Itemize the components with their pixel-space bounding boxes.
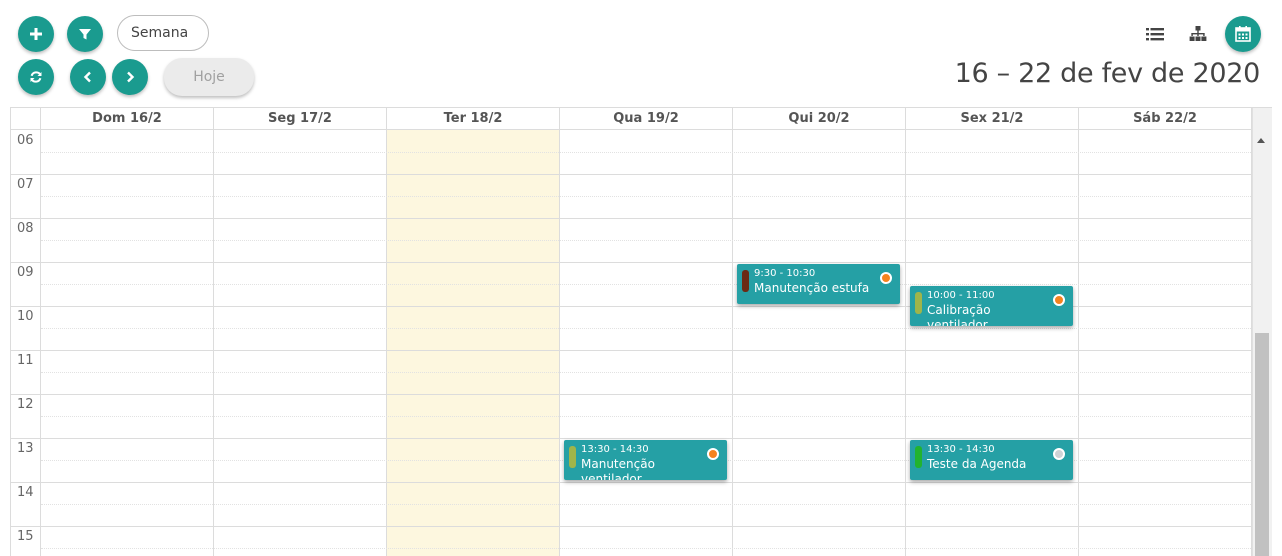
half-hour-line (41, 152, 1253, 153)
hour-line (11, 350, 1253, 351)
event-category-tag (569, 446, 576, 468)
view-select-label: Semana (131, 25, 189, 41)
filter-icon (79, 29, 91, 40)
hour-label: 11 (17, 353, 34, 368)
hour-label: 13 (17, 441, 34, 456)
day-column[interactable] (733, 130, 906, 556)
plus-icon (30, 28, 42, 40)
event-status-indicator (1053, 294, 1065, 306)
time-grid: 06 07 08 09 10 11 12 13 14 15 9:30 - 10:30 Manutenç… (11, 130, 1272, 556)
event-title: Manutenção ventilador pulmonar (581, 457, 655, 480)
calendar-event[interactable]: 13:30 - 14:30 Teste da Agenda (910, 440, 1073, 480)
event-category-tag (742, 270, 749, 292)
scroll-up-arrow[interactable] (1257, 138, 1265, 143)
half-hour-line (41, 240, 1253, 241)
day-header[interactable]: Sáb 22/2 (1079, 108, 1252, 130)
filter-button[interactable] (67, 16, 103, 52)
hour-line (11, 438, 1253, 439)
event-status-indicator (1053, 448, 1065, 460)
day-column[interactable] (214, 130, 387, 556)
vertical-scrollbar[interactable] (1252, 108, 1272, 556)
day-header[interactable]: Dom 16/2 (41, 108, 214, 130)
hour-label: 07 (17, 177, 34, 192)
day-column[interactable] (41, 130, 214, 556)
event-title: Calibração ventilador pulmonar (927, 303, 991, 326)
calendar-view-button[interactable] (1225, 16, 1261, 52)
tree-view-button[interactable] (1187, 24, 1209, 44)
event-time: 13:30 - 14:30 (927, 444, 995, 455)
calendar-icon (1235, 26, 1251, 42)
date-range-title: 16 – 22 de fev de 2020 (954, 58, 1261, 89)
hour-line (11, 174, 1253, 175)
half-hour-line (41, 416, 1253, 417)
event-time: 9:30 - 10:30 (754, 268, 816, 279)
half-hour-line (41, 196, 1253, 197)
half-hour-line (41, 328, 1253, 329)
hour-line (11, 526, 1253, 527)
hour-label: 06 (17, 133, 34, 148)
day-header-row: Dom 16/2 Seg 17/2 Ter 18/2 Qua 19/2 Qui 20/2… (11, 108, 1272, 130)
hour-line (11, 218, 1253, 219)
refresh-icon (30, 71, 42, 83)
event-category-tag (915, 292, 922, 314)
hour-line (11, 482, 1253, 483)
week-calendar: Dom 16/2 Seg 17/2 Ter 18/2 Qua 19/2 Qui 20/2… (10, 107, 1272, 556)
refresh-button[interactable] (18, 59, 54, 95)
chevron-left-icon (83, 71, 91, 83)
view-select[interactable]: Semana (117, 15, 209, 51)
list-icon (1146, 27, 1164, 40)
day-column-today[interactable] (387, 130, 560, 556)
day-column[interactable] (560, 130, 733, 556)
hour-line (11, 394, 1253, 395)
list-view-button[interactable] (1144, 24, 1166, 44)
event-title: Manutenção estufa (754, 281, 870, 295)
previous-week-button[interactable] (70, 59, 106, 95)
day-header[interactable]: Sex 21/2 (906, 108, 1079, 130)
today-button-label: Hoje (193, 69, 225, 85)
half-hour-line (41, 284, 1253, 285)
next-week-button[interactable] (112, 59, 148, 95)
event-category-tag (915, 446, 922, 468)
add-button[interactable] (18, 16, 54, 52)
chevron-right-icon (127, 71, 135, 83)
day-header[interactable]: Qua 19/2 (560, 108, 733, 130)
hour-label: 09 (17, 265, 34, 280)
calendar-event[interactable]: 10:00 - 11:00 Calibração ventilador pulmo… (910, 286, 1073, 326)
scroll-thumb[interactable] (1255, 333, 1269, 556)
hour-line (11, 262, 1253, 263)
event-status-indicator (707, 448, 719, 460)
hour-label: 14 (17, 485, 34, 500)
event-title: Teste da Agenda (927, 457, 1027, 471)
hour-label: 15 (17, 529, 34, 544)
today-button[interactable]: Hoje (164, 58, 254, 96)
hour-label: 10 (17, 309, 34, 324)
calendar-event[interactable]: 13:30 - 14:30 Manutenção ventilador pulmo… (564, 440, 727, 480)
half-hour-line (41, 504, 1253, 505)
day-header[interactable]: Qui 20/2 (733, 108, 906, 130)
calendar-event[interactable]: 9:30 - 10:30 Manutenção estufa (737, 264, 900, 304)
event-time: 13:30 - 14:30 (581, 444, 649, 455)
day-column[interactable] (1079, 130, 1252, 556)
calendar-page: Semana Hoje 16 – 22 de fev de 2020 Dom 1… (0, 0, 1282, 556)
day-header[interactable]: Ter 18/2 (387, 108, 560, 130)
axis-header (11, 108, 41, 130)
event-status-indicator (880, 272, 892, 284)
event-time: 10:00 - 11:00 (927, 290, 995, 301)
half-hour-line (41, 372, 1253, 373)
day-header[interactable]: Seg 17/2 (214, 108, 387, 130)
hour-label: 08 (17, 221, 34, 236)
hour-label: 12 (17, 397, 34, 412)
sitemap-icon (1189, 26, 1207, 41)
half-hour-line (41, 548, 1253, 549)
day-column[interactable] (906, 130, 1079, 556)
